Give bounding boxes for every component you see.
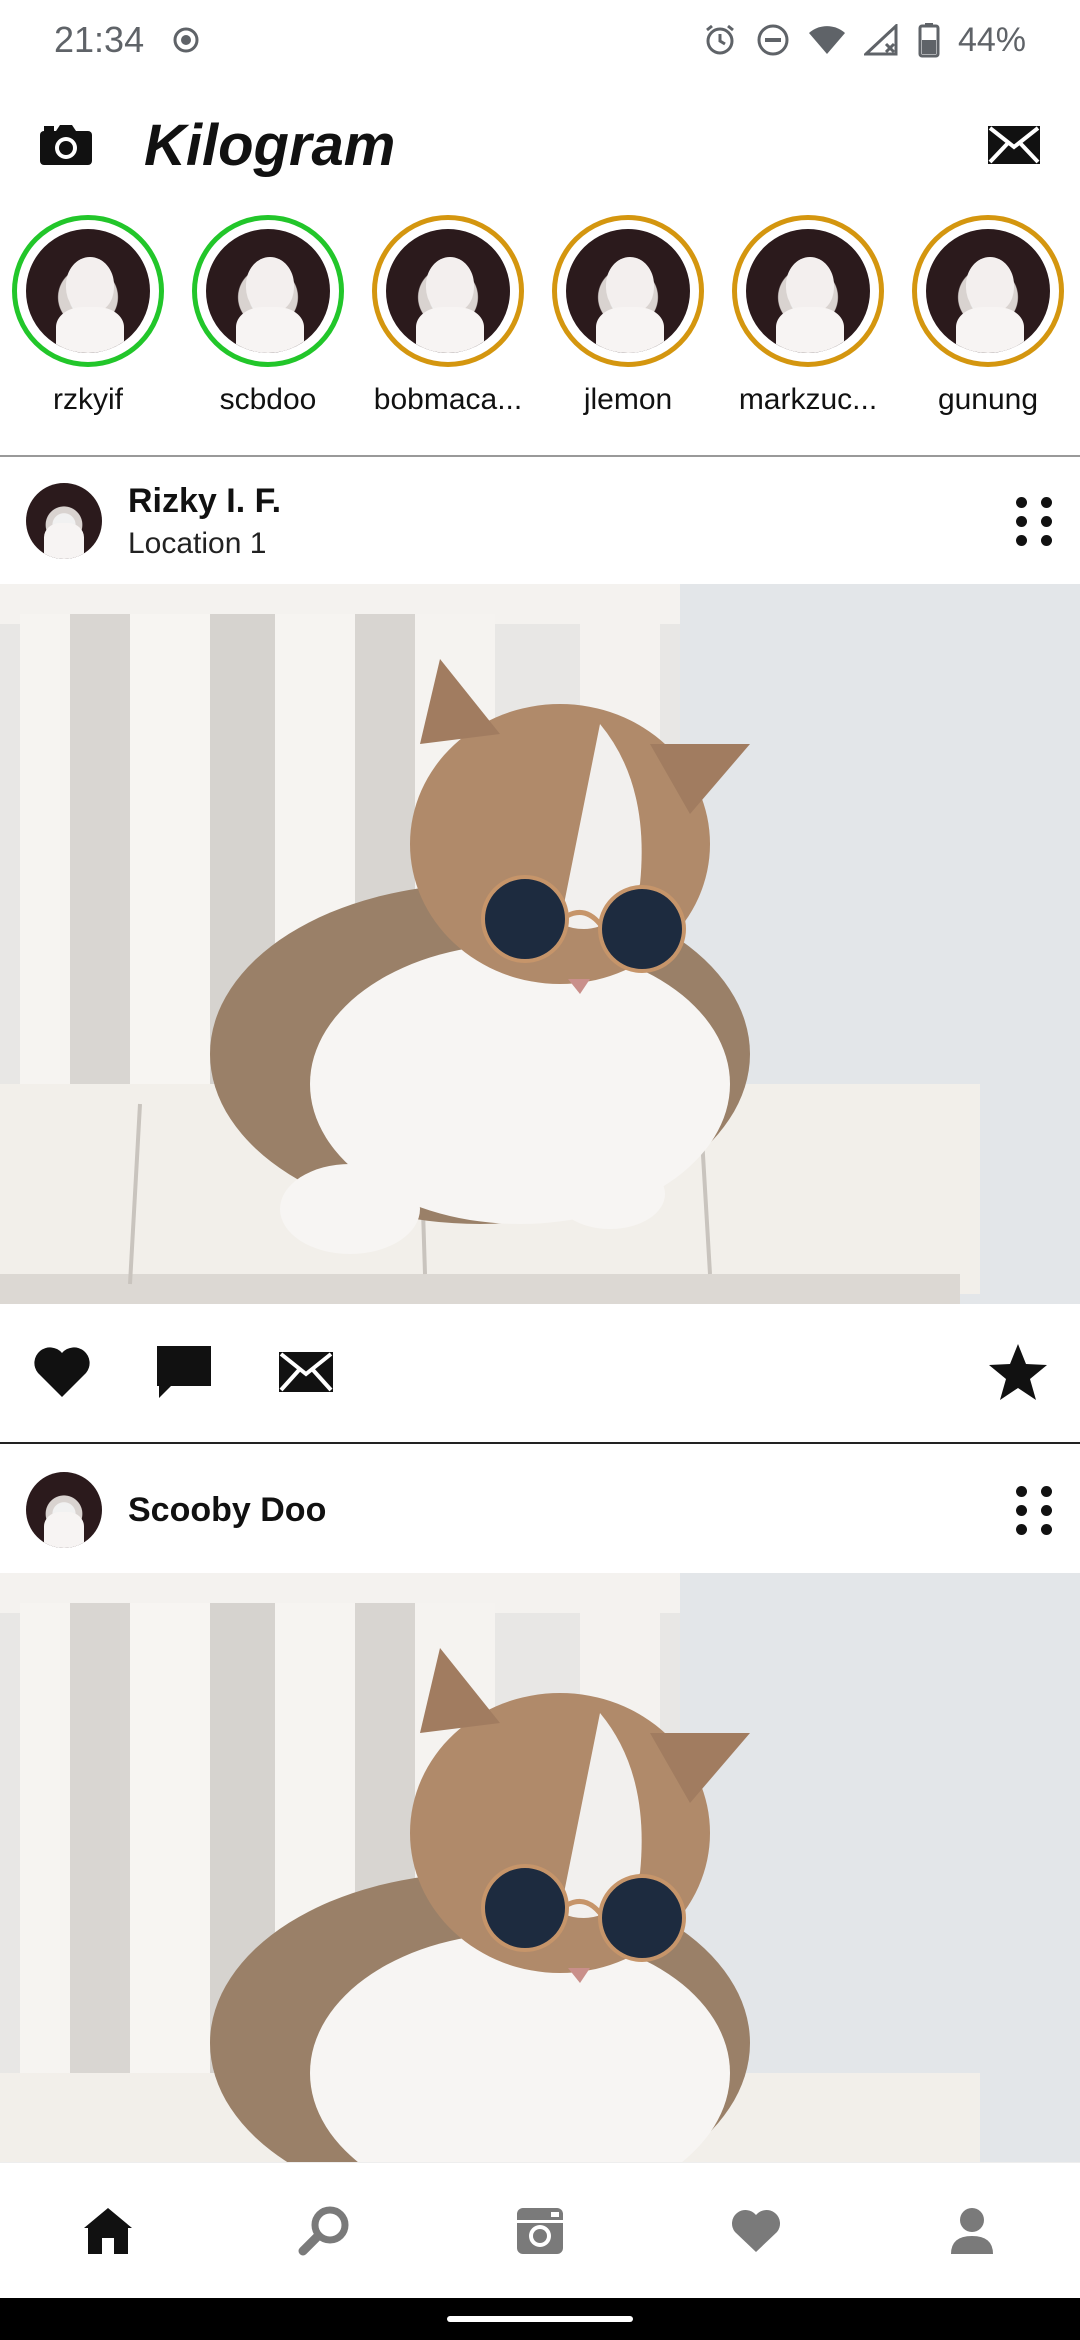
nav-search[interactable] — [284, 2191, 364, 2271]
story-ring — [192, 215, 344, 367]
comment-icon — [157, 1346, 211, 1398]
nav-activity[interactable] — [716, 2191, 796, 2271]
envelope-icon — [988, 126, 1040, 164]
battery-level: 44% — [957, 20, 1026, 59]
home-icon — [84, 2207, 132, 2254]
story-ring — [912, 215, 1064, 367]
battery-icon — [918, 23, 940, 58]
story-item[interactable]: gunung — [912, 215, 1064, 440]
post-actions — [0, 1302, 1080, 1442]
do-not-disturb-icon — [757, 24, 789, 56]
story-ring — [732, 215, 884, 367]
star-icon — [989, 1344, 1047, 1400]
comment-button[interactable] — [152, 1340, 216, 1404]
alarm-icon — [706, 24, 734, 55]
heart-icon — [731, 2209, 781, 2252]
gesture-bar — [0, 2298, 1080, 2340]
camera-button[interactable] — [36, 120, 96, 170]
nav-home[interactable] — [68, 2191, 148, 2271]
story-username: gunung — [937, 383, 1039, 416]
signal-icon — [863, 24, 898, 56]
story-ring — [372, 215, 524, 367]
story-item[interactable]: scbdoo — [192, 215, 344, 440]
camera-icon — [40, 125, 92, 165]
story-username: jlemon — [583, 383, 673, 416]
like-button[interactable] — [30, 1340, 94, 1404]
cat-photo — [0, 1573, 1080, 2162]
divider — [0, 1442, 1080, 1444]
story-username: rzkyif — [53, 383, 123, 416]
top-app-bar: Kilogram — [0, 90, 1080, 200]
status-time: 21:34 — [54, 19, 145, 60]
stories-row[interactable]: rzkyif scbdoo bobmaca... jlemon markzuc.… — [0, 215, 1080, 440]
post-header: Scooby Doo — [0, 1445, 1080, 1575]
story-ring — [12, 215, 164, 367]
story-item[interactable]: markzuc... — [732, 215, 884, 440]
wifi-icon — [808, 26, 845, 54]
story-username: scbdoo — [219, 383, 317, 416]
nav-camera[interactable] — [500, 2191, 580, 2271]
post-image[interactable] — [0, 1573, 1080, 2162]
avatar — [924, 227, 1052, 355]
more-dots-icon — [1016, 496, 1027, 508]
nav-profile[interactable] — [932, 2191, 1012, 2271]
avatar — [564, 227, 692, 355]
story-ring — [552, 215, 704, 367]
avatar — [744, 227, 872, 355]
story-item[interactable]: bobmaca... — [372, 215, 524, 440]
avatar — [24, 227, 152, 355]
search-icon — [298, 2206, 349, 2255]
post-header: Rizky I. F. Location 1 — [0, 456, 1080, 586]
cat-photo — [0, 584, 1080, 1304]
record-icon — [173, 27, 199, 53]
direct-messages-button[interactable] — [984, 122, 1044, 168]
save-button[interactable] — [986, 1340, 1050, 1404]
post-avatar[interactable] — [26, 483, 102, 559]
avatar — [384, 227, 512, 355]
post-username[interactable]: Scooby Doo — [128, 1491, 326, 1530]
status-bar: 21:34 44% — [0, 0, 1080, 80]
post-avatar[interactable] — [26, 1472, 102, 1548]
profile-icon — [951, 2207, 993, 2254]
share-button[interactable] — [274, 1340, 338, 1404]
post-more-button[interactable] — [1014, 495, 1054, 547]
bottom-navigation — [0, 2162, 1080, 2298]
post-image[interactable] — [0, 584, 1080, 1304]
more-dots-icon — [1016, 1485, 1027, 1497]
story-username: markzuc... — [738, 383, 878, 416]
avatar — [204, 227, 332, 355]
story-item[interactable]: jlemon — [552, 215, 704, 440]
instagram-camera-icon — [517, 2207, 563, 2254]
post-location[interactable]: Location 1 — [128, 527, 281, 561]
story-item[interactable]: rzkyif — [12, 215, 164, 440]
app-title: Kilogram — [144, 112, 396, 178]
post-username[interactable]: Rizky I. F. — [128, 482, 281, 521]
home-gesture-handle[interactable] — [447, 2316, 633, 2322]
heart-icon — [34, 1347, 90, 1397]
post-more-button[interactable] — [1014, 1484, 1054, 1536]
envelope-icon — [279, 1352, 333, 1392]
story-username: bobmaca... — [373, 383, 523, 416]
